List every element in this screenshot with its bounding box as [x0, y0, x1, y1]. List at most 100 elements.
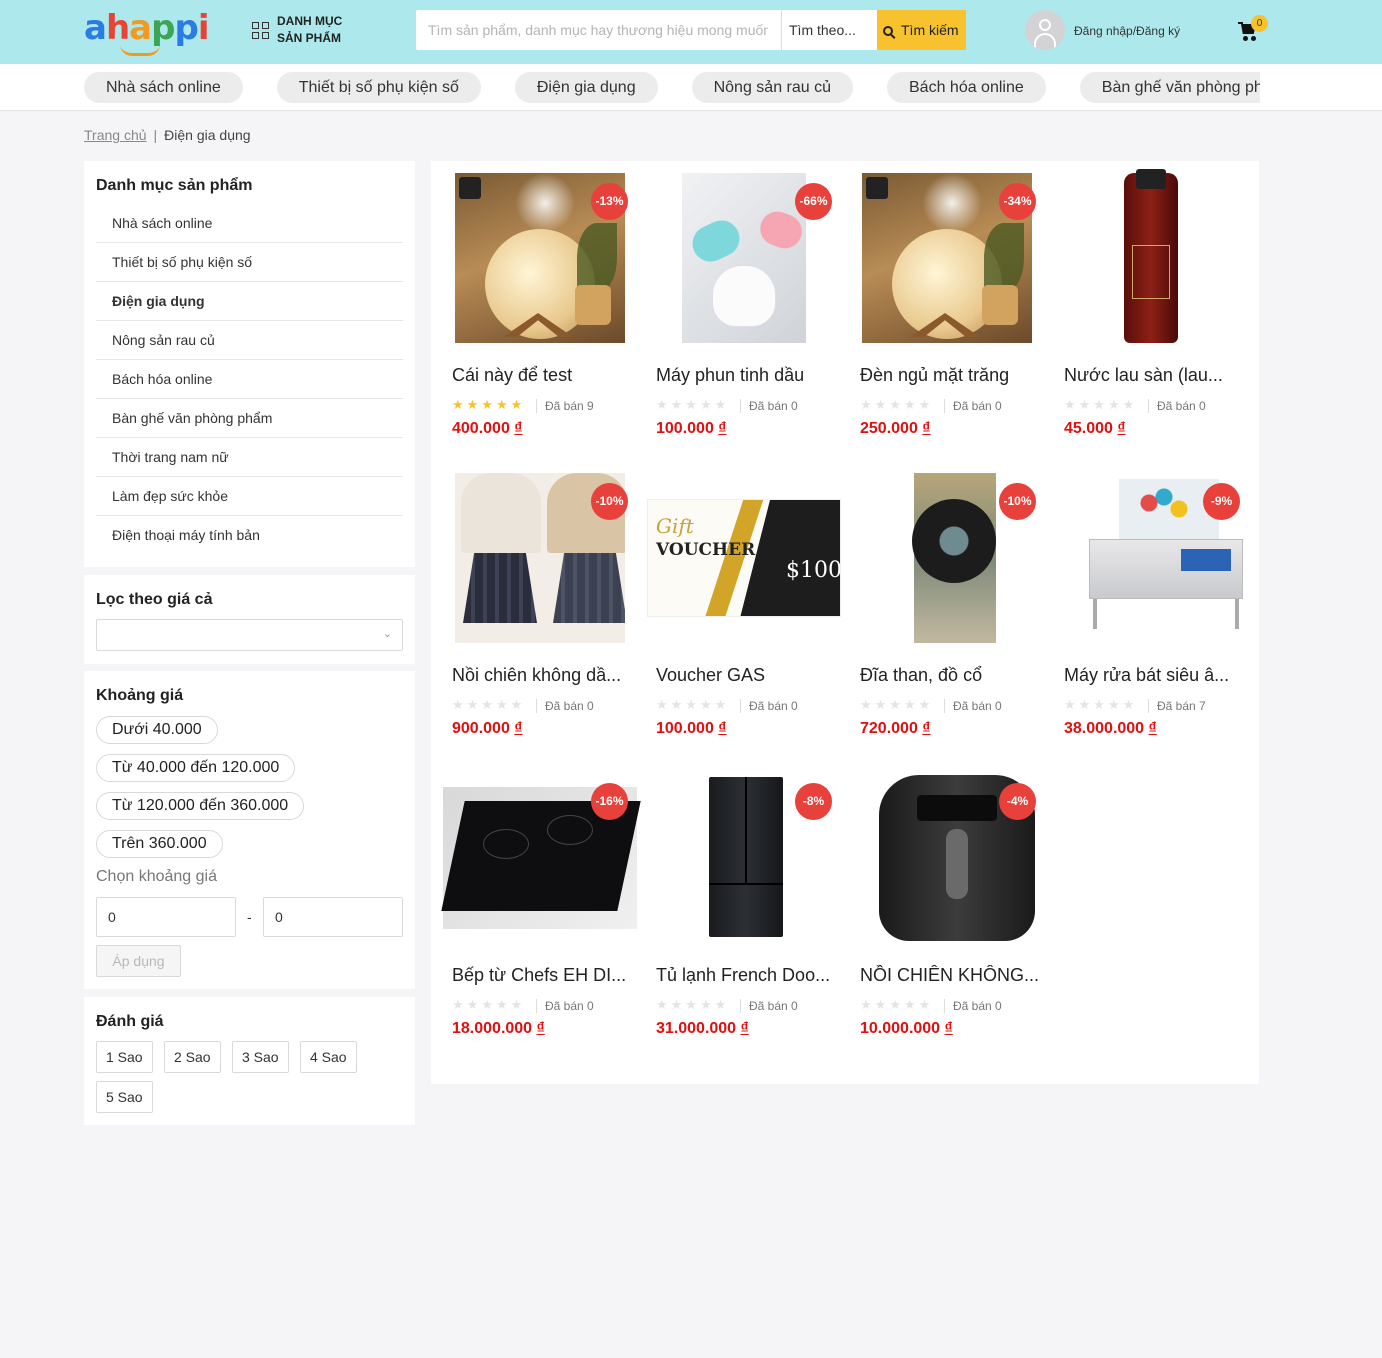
price-range-option[interactable]: Trên 360.000 — [96, 830, 223, 858]
grid-icon — [252, 21, 269, 39]
price-filter-select[interactable]: ⌄ — [96, 619, 403, 651]
product-card[interactable]: -4% NỒI CHIÊN KHÔNG... ★★★★★ Đã bán 0 10… — [839, 761, 1043, 1061]
rating-option[interactable]: 2 Sao — [164, 1041, 221, 1073]
logo-letter: h — [105, 8, 130, 48]
search-scope-value: Tìm theo... — [789, 22, 856, 38]
logo-smile — [120, 44, 160, 56]
category-item[interactable]: Nhà sách online — [96, 204, 403, 243]
product-name[interactable]: NỒI CHIÊN KHÔNG... — [860, 965, 1040, 986]
rating-stars: ★★★★★ — [452, 397, 526, 412]
product-name[interactable]: Máy rửa bát siêu â... — [1064, 665, 1244, 686]
discount-badge: -66% — [795, 183, 832, 220]
choose-range-label: Chọn khoảng giá — [96, 868, 217, 885]
product-image[interactable] — [682, 173, 806, 343]
product-price: 18.000.000 ₫ — [452, 1020, 545, 1037]
sold-count: Đã bán 7 — [1148, 699, 1206, 713]
discount-badge: -8% — [795, 783, 832, 820]
header: ahappi DANH MỤC SẢN PHẨM Tìm theo... Tìm… — [0, 0, 1382, 64]
rating-option[interactable]: 4 Sao — [300, 1041, 357, 1073]
product-card[interactable]: -66% Máy phun tinh dầu ★★★★★ Đã bán 0 10… — [635, 161, 839, 461]
category-item[interactable]: Bàn ghế văn phòng phẩm — [96, 399, 403, 438]
product-card[interactable]: -8% Tủ lạnh French Doo... ★★★★★ Đã bán 0… — [635, 761, 841, 1061]
user-avatar[interactable] — [1025, 10, 1065, 50]
product-card[interactable]: -10% Nồi chiên không dầ... ★★★★★ Đã bán … — [431, 461, 635, 761]
search-button[interactable]: Tìm kiếm — [877, 10, 966, 50]
price-range-panel: Khoảng giá Dưới 40.000 Từ 40.000 đến 120… — [84, 671, 415, 989]
product-card[interactable]: -9% Máy rửa bát siêu â... ★★★★★ Đã bán 7… — [1043, 461, 1247, 761]
logo-letter: a — [129, 8, 152, 48]
category-item[interactable]: Làm đẹp sức khỏe — [96, 477, 403, 516]
search-scope-select[interactable]: Tìm theo... — [781, 10, 892, 50]
category-nav: Nhà sách online Thiết bị số phụ kiện số Đi… — [0, 64, 1382, 111]
product-name[interactable]: Đèn ngủ mặt trăng — [860, 365, 1040, 386]
product-card[interactable]: Gift VOUCHER $100 Voucher GAS ★★★★★ Đã b… — [635, 461, 841, 761]
product-card[interactable]: -34% Đèn ngủ mặt trăng ★★★★★ Đã bán 0 25… — [839, 161, 1043, 461]
breadcrumb-current: Điện gia dụng — [164, 127, 251, 143]
rating-stars: ★★★★★ — [1064, 697, 1138, 712]
breadcrumb: Trang chủ | Điện gia dụng — [84, 127, 251, 143]
product-card[interactable]: Nước lau sàn (lau... ★★★★★ Đã bán 0 45.0… — [1043, 161, 1247, 461]
product-image[interactable]: Gift VOUCHER $100 — [647, 473, 841, 643]
product-price: 720.000 ₫ — [860, 720, 931, 737]
logo-letter: p — [151, 8, 175, 48]
product-name[interactable]: Đĩa than, đồ cổ — [860, 665, 1040, 686]
product-card[interactable]: -13% Cái này để test ★★★★★ Đã bán 9 400.… — [431, 161, 635, 461]
sold-count: Đã bán 0 — [1148, 399, 1206, 413]
sold-count: Đã bán 0 — [740, 399, 798, 413]
max-price-input[interactable]: 0 — [263, 897, 403, 937]
product-name[interactable]: Nồi chiên không dầ... — [452, 665, 632, 686]
product-price: 250.000 ₫ — [860, 420, 931, 437]
apply-button[interactable]: Áp dụng — [96, 945, 181, 977]
product-name[interactable]: Máy phun tinh dầu — [656, 365, 836, 386]
category-item-active[interactable]: Điện gia dụng — [96, 282, 403, 321]
category-pill[interactable]: Nông sản rau củ — [691, 72, 853, 103]
discount-badge: -4% — [999, 783, 1036, 820]
category-menu-label: DANH MỤC SẢN PHẨM — [277, 14, 343, 45]
product-price: 38.000.000 ₫ — [1064, 720, 1157, 737]
search-input[interactable] — [416, 10, 780, 50]
site-logo[interactable]: ahappi — [84, 8, 209, 56]
product-price: 100.000 ₫ — [656, 720, 727, 737]
product-name[interactable]: Voucher GAS — [656, 665, 836, 686]
category-pill[interactable]: Thiết bị số phụ kiện số — [276, 72, 481, 103]
rating-option[interactable]: 5 Sao — [96, 1081, 153, 1113]
sold-count: Đã bán 0 — [536, 999, 594, 1013]
category-item[interactable]: Thời trang nam nữ — [96, 438, 403, 477]
chevron-down-icon: ⌄ — [382, 628, 392, 640]
category-pill[interactable]: Bách hóa online — [887, 72, 1046, 103]
rating-option[interactable]: 1 Sao — [96, 1041, 153, 1073]
product-name[interactable]: Nước lau sàn (lau... — [1064, 365, 1244, 386]
min-price-input[interactable]: 0 — [96, 897, 236, 937]
product-price: 400.000 ₫ — [452, 420, 523, 437]
category-pill[interactable]: Điện gia dụng — [514, 72, 658, 103]
product-name[interactable]: Bếp từ Chefs EH DI... — [452, 965, 632, 986]
category-item[interactable]: Nông sản rau củ — [96, 321, 403, 360]
sold-count: Đã bán 0 — [944, 699, 1002, 713]
login-register-link[interactable]: Đăng nhập/Đăng ký — [1074, 24, 1180, 38]
rating-stars: ★★★★★ — [860, 997, 934, 1012]
product-image[interactable] — [1089, 169, 1213, 343]
product-price: 45.000 ₫ — [1064, 420, 1126, 437]
product-card[interactable]: -16% Bếp từ Chefs EH DI... ★★★★★ Đã bán … — [431, 761, 641, 1061]
price-range-option[interactable]: Từ 40.000 đến 120.000 — [96, 754, 296, 782]
price-range-title: Khoảng giá — [96, 687, 184, 704]
breadcrumb-home[interactable]: Trang chủ — [84, 127, 147, 143]
discount-badge: -10% — [591, 483, 628, 520]
category-pill[interactable]: Bàn ghế văn phòng phẩm — [1079, 72, 1260, 103]
sold-count: Đã bán 0 — [740, 999, 798, 1013]
category-panel: Danh mục sản phẩm Nhà sách online Thiết … — [84, 161, 415, 567]
category-item[interactable]: Thiết bị số phụ kiện số — [96, 243, 403, 282]
product-name[interactable]: Tủ lạnh French Doo... — [656, 965, 836, 986]
category-pill[interactable]: Nhà sách online — [84, 72, 243, 103]
category-item[interactable]: Bách hóa online — [96, 360, 403, 399]
rating-stars: ★★★★★ — [1064, 397, 1138, 412]
product-card[interactable]: -10% Đĩa than, đồ cổ ★★★★★ Đã bán 0 720.… — [839, 461, 1043, 761]
rating-stars: ★★★★★ — [860, 397, 934, 412]
rating-option[interactable]: 3 Sao — [232, 1041, 289, 1073]
category-item[interactable]: Điện thoại máy tính bản — [96, 516, 403, 555]
rating-stars: ★★★★★ — [860, 697, 934, 712]
price-range-option[interactable]: Dưới 40.000 — [96, 716, 218, 744]
price-range-option[interactable]: Từ 120.000 đến 360.000 — [96, 792, 305, 820]
category-menu-button[interactable]: DANH MỤC SẢN PHẨM — [252, 13, 357, 47]
product-name[interactable]: Cái này để test — [452, 365, 632, 386]
